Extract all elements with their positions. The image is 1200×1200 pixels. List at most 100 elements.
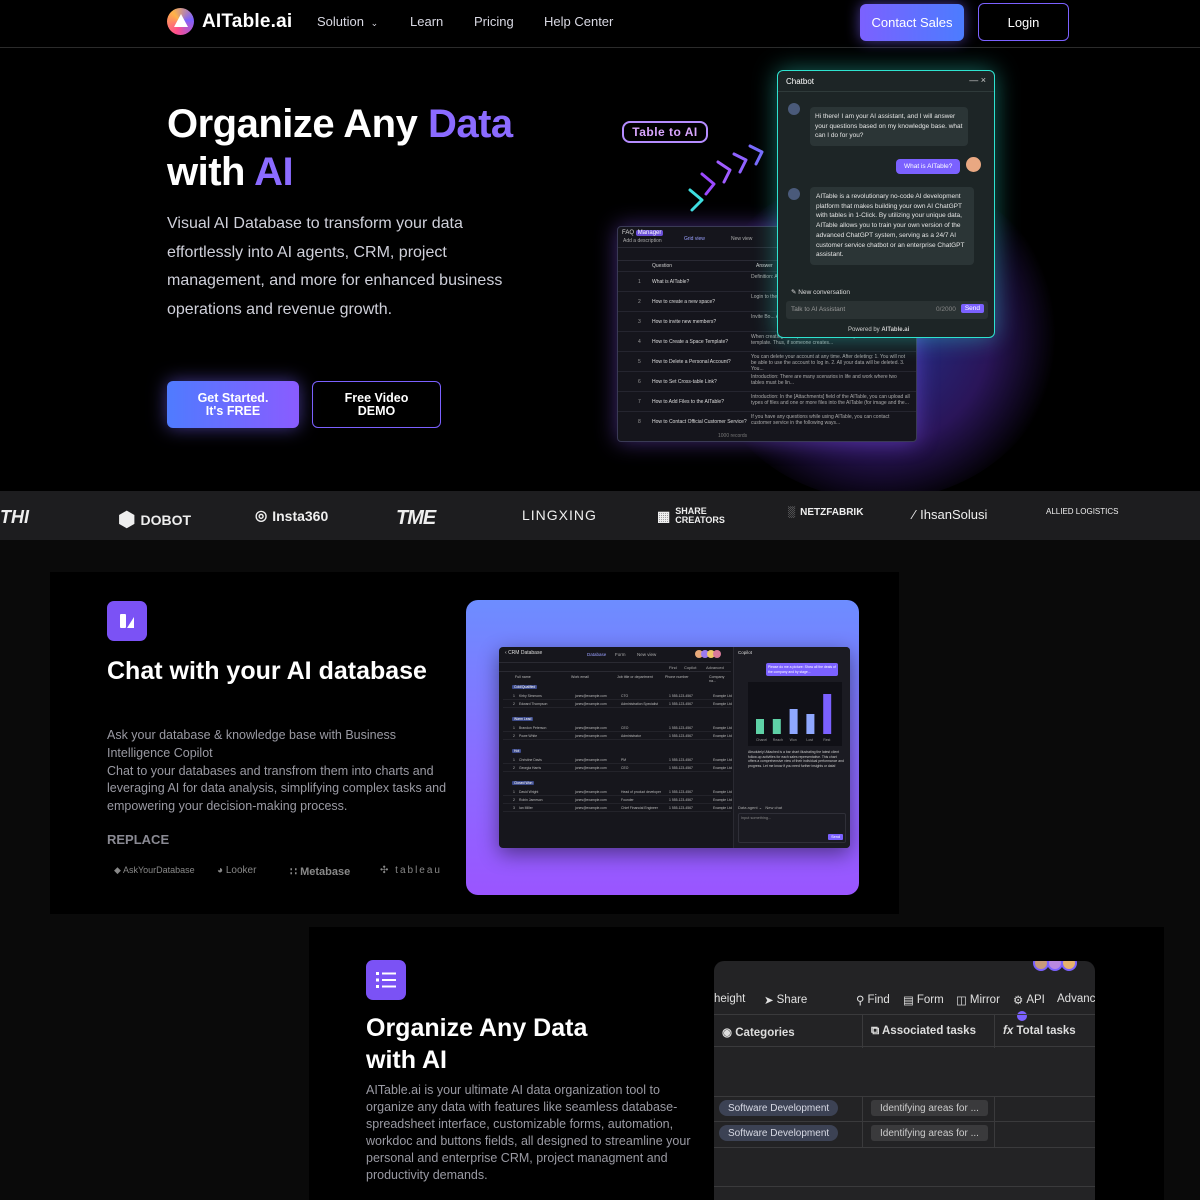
col-associated-tasks[interactable]: ⧉ Associated tasks — [871, 1025, 976, 1038]
faq-row-answer: Introduction: In the [Attachments] field… — [751, 394, 910, 406]
copilot-send-button[interactable]: Send — [828, 834, 843, 840]
crm-table-row[interactable]: 2 Robin Jameson jones@example.com Founder 1 … — [503, 797, 732, 804]
find-button[interactable]: ⚲ Find — [856, 993, 890, 1007]
faq-row-number: 7 — [638, 399, 641, 405]
faq-row[interactable]: 7 How to Add Files to the AITable? Introdu… — [618, 391, 916, 411]
crm-table-row[interactable]: 1 David Wright jones@example.com Head of pr… — [503, 789, 732, 796]
mirror-icon: ◫ — [956, 995, 967, 1007]
faq-row-number: 2 — [638, 299, 641, 305]
faq-row-question: What is AITable? — [652, 279, 690, 285]
form-icon: ▤ — [903, 995, 914, 1007]
powered-by: Powered by AITable.ai — [848, 327, 910, 333]
crm-column-headers: Full name Work email Job title or departme… — [499, 673, 731, 683]
crm-column-header: Full name — [515, 675, 531, 679]
crm-cell: Powe White — [519, 734, 538, 738]
category-tag[interactable]: Software Development — [719, 1100, 839, 1116]
faq-row[interactable]: 6 How to Set Cross-table Link? Introductio… — [618, 371, 916, 391]
chart-tick-label: Rest — [823, 738, 830, 742]
crm-table-row[interactable]: 2 Powe White jones@example.com Administrato… — [503, 733, 732, 740]
faq-row-number: 8 — [638, 419, 641, 425]
link-icon: ⧉ — [871, 1025, 880, 1037]
brand-logo[interactable]: AITable.ai — [167, 8, 292, 35]
grid-icon: ▦ — [657, 507, 671, 524]
crm-cell: jones@example.com — [575, 702, 607, 706]
logo-allied-logistics: ALLIED LOGISTICS — [1046, 507, 1119, 516]
form-button[interactable]: ▤ Form — [903, 993, 944, 1007]
crm-cell: 2 — [513, 734, 515, 738]
logo-insta360: ◎ Insta360 — [255, 507, 329, 524]
row-height-button[interactable]: height — [714, 993, 745, 1005]
top-navbar: AITable.ai Solution ⌄ Learn Pricing Help… — [0, 0, 1200, 48]
advanced-button[interactable]: Advanc — [1057, 993, 1095, 1005]
crm-group-label[interactable]: Hot — [512, 749, 522, 753]
faq-row-number: 5 — [638, 359, 641, 365]
crm-cell: 1 555-123-4567 — [669, 798, 693, 802]
linked-task-tag[interactable]: Identifying areas for ... — [871, 1125, 988, 1141]
crm-group-label[interactable]: Cold/Qualified — [512, 685, 538, 689]
crm-table-row[interactable]: 3 Ian Miller jones@example.com Chief Financ… — [503, 805, 732, 812]
copilot-question: Please do me a picture: Show all the dea… — [766, 663, 838, 676]
bot-greeting-bubble: Hi there! I am your AI assistant, and I … — [810, 107, 968, 146]
share-icon: ➤ — [764, 995, 774, 1007]
data-agent-select[interactable]: Data agent ⌄ New chat — [738, 805, 782, 810]
crm-tab-database[interactable]: Database — [587, 652, 606, 657]
crm-cell: CTO — [621, 694, 629, 698]
crm-cell: jones@example.com — [575, 726, 607, 730]
logo-thi: THI — [0, 507, 29, 527]
crm-group-label[interactable]: Warm Lead — [512, 717, 534, 721]
crm-cell: 1 555-123-4567 — [669, 758, 693, 762]
brand-name: AITable.ai — [202, 10, 293, 32]
faq-subtitle: Add a description — [623, 238, 662, 244]
get-started-button[interactable]: Get Started. It's FREE — [167, 381, 299, 428]
contact-sales-button[interactable]: Contact Sales — [860, 4, 964, 41]
nav-help-center[interactable]: Help Center — [544, 14, 613, 29]
login-button[interactable]: Login — [978, 3, 1069, 41]
crm-cell: 2 — [513, 702, 515, 706]
faq-row[interactable]: 8 How to Contact Official Customer Servic… — [618, 411, 916, 431]
faq-grid-view-tab[interactable]: Grid view — [684, 236, 705, 242]
crm-group-label[interactable]: Closed Won — [512, 781, 535, 785]
replace-askyourdatabase: ◆ AskYourDatabase — [114, 865, 195, 875]
faq-col-question: Question — [652, 263, 673, 269]
faq-row-question: How to Contact Official Customer Service… — [652, 419, 747, 425]
col-total-tasks[interactable]: fx Total tasks — [1003, 1025, 1076, 1037]
logo-ihsansolusi: ∕ IhsanSolusi — [913, 507, 988, 522]
nav-pricing[interactable]: Pricing — [474, 14, 514, 29]
crm-cell: CEO — [621, 766, 629, 770]
send-button[interactable]: Send — [960, 304, 984, 313]
crm-table-row[interactable]: 1 Kirby Simmons jones@example.com CTO 1 555-… — [503, 693, 732, 700]
bars-icon: ░ — [788, 507, 796, 518]
nav-learn[interactable]: Learn — [410, 14, 443, 29]
crm-cell: 2 — [513, 798, 515, 802]
col-categories[interactable]: ◉ Categories — [722, 1025, 795, 1039]
new-conversation-button[interactable]: ✎ New conversation — [791, 288, 850, 296]
api-icon: ⚙ — [1013, 995, 1024, 1007]
api-button[interactable]: ⚙ API — [1013, 993, 1045, 1007]
copilot-bar-chart: Chanel Reach Won Lost Rest — [748, 682, 842, 746]
linked-task-tag[interactable]: Identifying areas for ... — [871, 1100, 988, 1116]
logo-netzfabrik: ░ NETZFABRIK — [788, 507, 864, 518]
crm-cell: Example Ltd — [713, 734, 732, 738]
crm-table-row[interactable]: 2 Edward Thompson jones@example.com Adminis… — [503, 701, 732, 708]
faq-row[interactable]: 5 How to Delete a Personal Account? You ca… — [618, 351, 916, 371]
crm-tab-new-view[interactable]: New view — [637, 652, 656, 657]
crm-cell: Example Ltd — [713, 766, 732, 770]
faq-new-view-tab[interactable]: New view — [731, 236, 752, 242]
copilot-input[interactable]: Input something... Send — [738, 813, 846, 843]
mirror-button[interactable]: ◫ Mirror — [956, 993, 1000, 1007]
crm-tab-form[interactable]: Form — [615, 652, 626, 657]
nav-solution[interactable]: Solution ⌄ — [317, 14, 378, 29]
faq-row-answer: You can delete your account at any time.… — [751, 354, 906, 370]
logo-lingxing: LINGXING — [522, 507, 597, 523]
close-icon[interactable]: — × — [969, 75, 986, 85]
video-demo-button[interactable]: Free Video DEMO — [312, 381, 441, 428]
share-button[interactable]: ➤ Share — [764, 993, 807, 1007]
crm-table-row[interactable]: 2 Georgia Harris jones@example.com CEO 1 555… — [503, 765, 732, 772]
chart-tick-label: Chanel — [756, 738, 767, 742]
crm-cell: Christine Davis — [519, 758, 542, 762]
chatbot-input[interactable]: Talk to AI Assistant 0/2000 Send — [786, 301, 988, 319]
crm-table-row[interactable]: 1 Christine Davis jones@example.com PM 1 555… — [503, 757, 732, 764]
crm-table-row[interactable]: 1 Brandon Peterson jones@example.com CEO 1 5… — [503, 725, 732, 732]
category-tag[interactable]: Software Development — [719, 1125, 839, 1141]
crm-cell: Founder — [621, 798, 634, 802]
